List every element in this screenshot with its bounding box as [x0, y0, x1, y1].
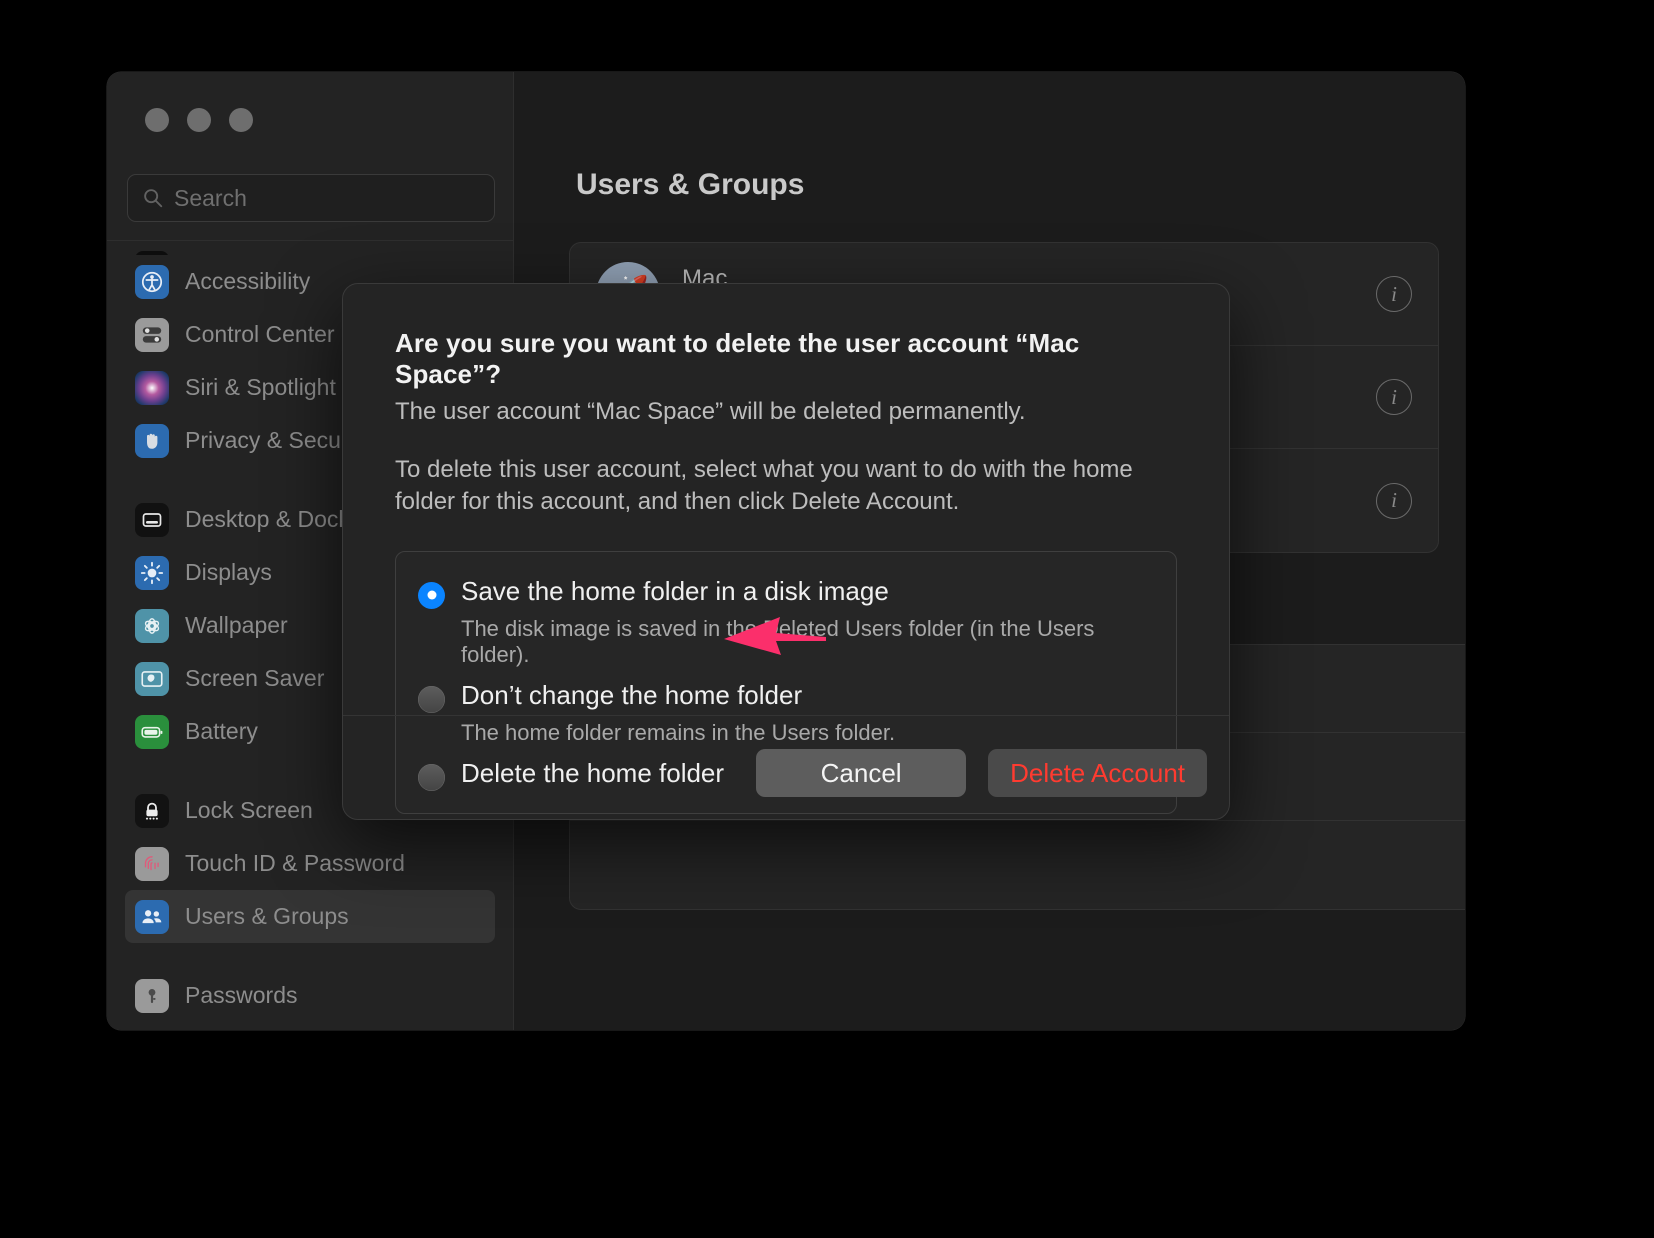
search-icon — [144, 189, 163, 208]
screen-saver-icon — [135, 661, 169, 696]
dialog-title: Are you sure you want to delete the user… — [395, 328, 1080, 389]
radio-option-label: Don’t change the home folder — [461, 679, 803, 710]
sidebar-item-partial-top[interactable] — [125, 241, 495, 255]
screen: Search Accessibility Control Center Siri… — [0, 0, 1654, 1238]
window-controls — [145, 108, 253, 132]
radio-button[interactable] — [418, 685, 445, 713]
sidebar-item-passwords[interactable]: Passwords — [125, 969, 495, 1022]
extra-row — [570, 821, 1465, 909]
sidebar-item-label: Displays — [185, 559, 272, 585]
radio-option-sublabel: The home folder remains in the Users fol… — [461, 719, 896, 745]
desktop-dock-icon — [135, 502, 169, 537]
sidebar-item-label: Screen Saver — [185, 665, 325, 691]
accessibility-icon — [135, 264, 169, 299]
info-button[interactable]: i — [1376, 482, 1412, 519]
passwords-key-icon — [135, 978, 169, 1013]
sidebar-item-label: Desktop & Dock — [185, 506, 350, 532]
sidebar-item-label: Lock Screen — [185, 797, 313, 823]
displays-icon — [135, 555, 169, 590]
radio-option-save-disk-image[interactable]: Save the home folder in a disk image — [418, 575, 1154, 609]
dialog-actions: Cancel Delete Account — [756, 749, 1207, 797]
search-input[interactable]: Search — [127, 174, 495, 222]
users-groups-icon — [135, 899, 169, 934]
delete-account-button[interactable]: Delete Account — [988, 749, 1207, 797]
sidebar-item-label: Battery — [185, 718, 258, 744]
minimize-button[interactable] — [187, 108, 211, 132]
dialog-subtitle: The user account “Mac Space” will be del… — [395, 398, 1026, 425]
control-center-icon — [135, 317, 169, 352]
info-button[interactable]: i — [1376, 379, 1412, 415]
radio-button-selected[interactable] — [418, 581, 445, 609]
dialog-separator — [343, 715, 1229, 716]
sidebar-item-touch-id[interactable]: Touch ID & Password — [125, 837, 495, 890]
sidebar-item-label: Siri & Spotlight — [185, 374, 336, 400]
close-button[interactable] — [145, 108, 169, 132]
cancel-button[interactable]: Cancel — [756, 749, 967, 797]
siri-icon — [135, 370, 169, 405]
wallpaper-icon — [135, 608, 169, 643]
sidebar-item-label: Touch ID & Password — [185, 850, 405, 876]
privacy-hand-icon — [135, 423, 169, 458]
sidebar-item-label: Wallpaper — [185, 612, 288, 638]
dialog-description: To delete this user account, select what… — [395, 456, 1133, 516]
battery-icon — [135, 714, 169, 749]
radio-option-label: Save the home folder in a disk image — [461, 575, 889, 606]
pointer-arrow — [724, 617, 826, 655]
sidebar-item-label: Control Center — [185, 321, 335, 347]
lock-screen-icon — [135, 793, 169, 828]
delete-account-dialog: Are you sure you want to delete the user… — [342, 283, 1230, 820]
sidebar-item-label: Users & Groups — [185, 903, 349, 929]
sidebar-item-label: Passwords — [185, 982, 298, 1008]
touch-id-icon — [135, 846, 169, 881]
sidebar-item-users-groups[interactable]: Users & Groups — [125, 890, 495, 943]
radio-option-label: Delete the home folder — [461, 757, 725, 788]
radio-option-dont-change[interactable]: Don’t change the home folder — [418, 679, 1154, 713]
sidebar-item-label: Accessibility — [185, 268, 311, 294]
zoom-button[interactable] — [229, 108, 253, 132]
radio-button[interactable] — [418, 763, 445, 791]
search-placeholder: Search — [174, 184, 247, 211]
dialog-body: Are you sure you want to delete the user… — [343, 284, 1229, 814]
info-button[interactable]: i — [1376, 276, 1412, 312]
page-title: Users & Groups — [576, 168, 805, 201]
